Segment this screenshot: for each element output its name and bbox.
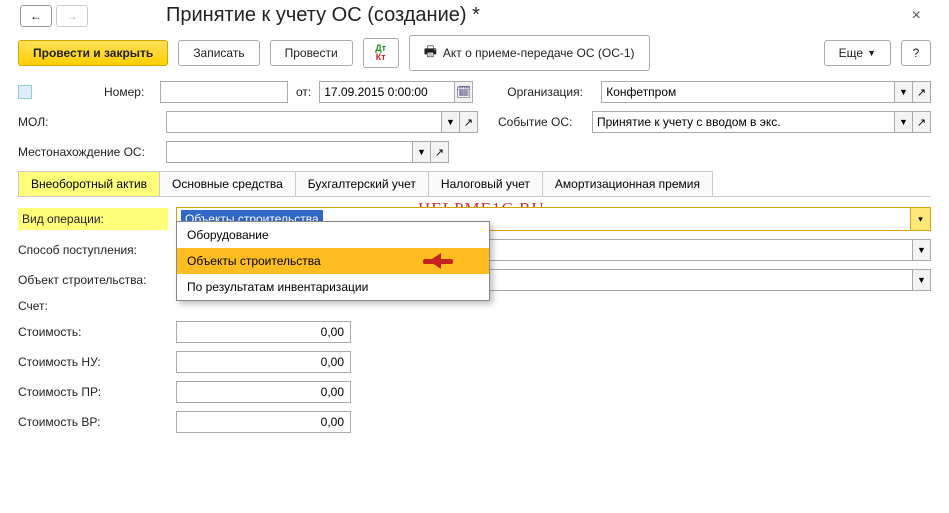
post-and-close-button[interactable]: Провести и закрыть — [18, 40, 168, 66]
event-open-button[interactable]: ↗ — [913, 111, 931, 133]
open-icon: ↗ — [435, 146, 444, 159]
account-label: Счет: — [18, 299, 168, 313]
receipt-method-dropdown-button[interactable]: ▼ — [913, 239, 931, 261]
location-dropdown-button[interactable]: ▼ — [413, 141, 431, 163]
date-input[interactable] — [319, 81, 455, 103]
chevron-down-icon: ▼ — [417, 147, 426, 157]
chevron-down-icon: ▼ — [899, 87, 908, 97]
document-icon — [18, 85, 32, 99]
mol-input[interactable] — [166, 111, 442, 133]
org-open-button[interactable]: ↗ — [913, 81, 931, 103]
operation-type-dropdown: Оборудование Объекты строительства По ре… — [176, 221, 490, 301]
number-input[interactable] — [160, 81, 288, 103]
chevron-down-icon: ▼ — [917, 245, 926, 255]
printer-icon: 🖶 — [424, 41, 437, 65]
cost-vr-input[interactable] — [176, 411, 351, 433]
tab-body: HELPME1C.RU Вид операции: Объекты строит… — [18, 197, 931, 433]
arrow-right-icon: → — [66, 9, 78, 23]
dtkt-button[interactable]: ДтКт — [363, 38, 399, 68]
calendar-icon: 🗓 — [456, 85, 471, 99]
dropdown-item-equipment[interactable]: Оборудование — [177, 222, 489, 248]
mol-label: МОЛ: — [18, 115, 144, 129]
event-input[interactable] — [592, 111, 895, 133]
nav-forward-button: → — [56, 5, 88, 27]
dropdown-item-construction[interactable]: Объекты строительства — [177, 248, 489, 274]
nav-back-button[interactable]: ← — [20, 5, 52, 27]
dropdown-item-construction-label: Объекты строительства — [187, 254, 321, 268]
open-icon: ↗ — [917, 86, 926, 99]
tab-asset[interactable]: Внеоборотный актив — [18, 171, 160, 196]
chevron-down-icon: ▼ — [867, 48, 876, 58]
arrow-left-icon: ← — [30, 9, 42, 23]
cost-pr-label: Стоимость ПР: — [18, 385, 168, 399]
open-icon: ↗ — [464, 116, 473, 129]
chevron-down-icon: ▼ — [917, 275, 926, 285]
tab-amort[interactable]: Амортизационная премия — [542, 171, 713, 196]
operation-type-dropdown-button[interactable]: ▾ — [910, 208, 930, 230]
cost-input[interactable] — [176, 321, 351, 343]
print-os1-label: Акт о приеме-передаче ОС (ОС-1) — [443, 46, 635, 60]
event-label: Событие ОС: — [498, 115, 584, 129]
org-input[interactable] — [601, 81, 895, 103]
close-button[interactable]: × — [912, 7, 929, 25]
receipt-method-label: Способ поступления: — [18, 243, 168, 257]
help-button[interactable]: ? — [901, 40, 931, 66]
cost-pr-input[interactable] — [176, 381, 351, 403]
event-dropdown-button[interactable]: ▼ — [895, 111, 913, 133]
cost-label: Стоимость: — [18, 325, 168, 339]
construction-object-label: Объект строительства: — [18, 273, 168, 287]
tab-accounting[interactable]: Бухгалтерский учет — [295, 171, 429, 196]
tab-tax[interactable]: Налоговый учет — [428, 171, 543, 196]
save-button[interactable]: Записать — [178, 40, 259, 66]
mol-open-button[interactable]: ↗ — [460, 111, 478, 133]
operation-type-label: Вид операции: — [18, 208, 168, 230]
location-label: Местонахождение ОС: — [18, 145, 158, 159]
number-label: Номер: — [104, 85, 152, 99]
from-label: от: — [296, 85, 311, 99]
tab-os[interactable]: Основные средства — [159, 171, 296, 196]
dropdown-item-inventory[interactable]: По результатам инвентаризации — [177, 274, 489, 300]
post-button[interactable]: Провести — [270, 40, 353, 66]
dtkt-icon: ДтКт — [375, 44, 386, 62]
highlight-arrow-icon — [423, 256, 465, 266]
print-os1-button[interactable]: 🖶 Акт о приеме-передаче ОС (ОС-1) — [409, 35, 650, 71]
chevron-down-icon: ▾ — [918, 214, 923, 225]
more-label: Еще — [839, 46, 863, 60]
location-open-button[interactable]: ↗ — [431, 141, 449, 163]
cost-vr-label: Стоимость ВР: — [18, 415, 168, 429]
tabs: Внеоборотный актив Основные средства Бух… — [18, 171, 931, 197]
date-picker-button[interactable]: 🗓 — [455, 81, 473, 103]
page-title: Принятие к учету ОС (создание) * — [166, 4, 480, 27]
construction-object-dropdown-button[interactable]: ▼ — [913, 269, 931, 291]
chevron-down-icon: ▼ — [899, 117, 908, 127]
org-dropdown-button[interactable]: ▼ — [895, 81, 913, 103]
mol-dropdown-button[interactable]: ▼ — [442, 111, 460, 133]
chevron-down-icon: ▼ — [446, 117, 455, 127]
location-input[interactable] — [166, 141, 413, 163]
more-button[interactable]: Еще ▼ — [824, 40, 891, 66]
cost-nu-input[interactable] — [176, 351, 351, 373]
cost-nu-label: Стоимость НУ: — [18, 355, 168, 369]
org-label: Организация: — [507, 85, 593, 99]
open-icon: ↗ — [917, 116, 926, 129]
